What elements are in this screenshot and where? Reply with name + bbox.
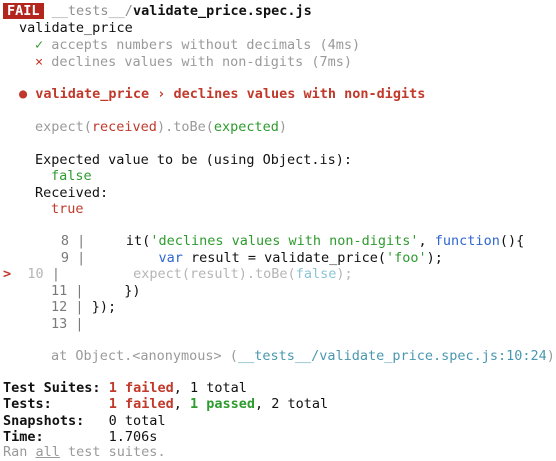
gutter-pipe: |	[77, 233, 86, 249]
stack-suffix: )	[546, 348, 555, 364]
code-token: })	[124, 283, 141, 299]
code-string: 'foo'	[386, 250, 427, 266]
cross-icon: ×	[35, 54, 44, 70]
error-pointer-icon: >	[3, 266, 12, 282]
code-token: result = validate_price(	[182, 250, 387, 266]
code-token: );	[426, 250, 443, 266]
code-token: );	[336, 266, 353, 282]
total-count: , 2 total	[255, 396, 329, 412]
code-line-9: 9 | var result = validate_price('foo');	[59, 250, 443, 267]
test-result-passed: ✓ accepts numbers without decimals (4ms)	[35, 37, 360, 54]
received-label: Received:	[35, 185, 109, 201]
code-token: ,	[418, 233, 435, 249]
code-string: 'declines values with non-digits'	[150, 233, 419, 249]
stack-prefix: at Object.<anonymous> (	[51, 348, 238, 364]
test-label: declines values with non-digits (7ms)	[51, 54, 353, 70]
test-label: accepts numbers without decimals (4ms)	[51, 37, 361, 53]
gutter-pipe: |	[51, 266, 60, 282]
line-number: 10	[27, 266, 44, 282]
code-token: expect(result)	[133, 266, 247, 282]
gutter-pipe: |	[75, 283, 84, 299]
expected-label: Expected value to be (using Object.is):	[35, 152, 352, 168]
error-bullet-icon: ●	[19, 86, 28, 102]
expected-value: false	[51, 168, 92, 184]
expect-call: expect(	[35, 119, 92, 135]
summary-label: Time:	[3, 429, 44, 445]
test-result-failed: × declines values with non-digits (7ms)	[35, 54, 352, 71]
line-number: 13	[51, 316, 68, 332]
line-number: 12	[51, 299, 68, 315]
footer-text: all	[35, 444, 60, 460]
code-token: it(	[125, 233, 151, 249]
code-line-13: 13 |	[51, 316, 84, 333]
expected-token: expected	[213, 119, 279, 135]
test-file-name: validate_price.spec.js	[132, 3, 312, 19]
summary-label: Tests:	[3, 396, 52, 412]
summary-suites: Test Suites: 1 failed, 1 total	[3, 380, 247, 397]
code-literal: false	[295, 266, 337, 282]
gutter-pipe: |	[77, 250, 86, 266]
line-number: 8	[60, 233, 69, 249]
code-keyword: var	[158, 250, 183, 266]
line-number: 9	[60, 250, 69, 266]
snapshots-value: 0 total	[108, 413, 166, 429]
error-title: validate_price › declines values with no…	[35, 86, 426, 102]
test-file-dir: __tests__/	[51, 3, 133, 19]
stack-trace-line: at Object.<anonymous> (__tests__/validat…	[51, 348, 555, 365]
summary-tests: Tests: 1 failed, 1 passed, 2 total	[3, 396, 328, 413]
received-token: received	[91, 119, 157, 135]
gutter-pipe: |	[75, 299, 84, 315]
code-line-11: 11 | })	[51, 283, 140, 300]
total-count: , 1 total	[173, 380, 247, 396]
check-icon: ✓	[35, 37, 44, 53]
code-token: (){	[499, 233, 525, 249]
fail-badge: FAIL	[3, 3, 44, 19]
time-value: 1.706s	[108, 429, 158, 445]
footer-text: test suites.	[59, 444, 166, 460]
gutter-pipe: |	[75, 316, 84, 332]
code-token: .toBe(	[246, 266, 296, 282]
expect-close: )	[278, 119, 288, 135]
separator: ,	[173, 396, 190, 412]
footer-text: Ran	[3, 444, 36, 460]
code-keyword: function	[434, 233, 500, 249]
code-line-12: 12 | });	[51, 299, 116, 316]
stack-location-link[interactable]: __tests__/validate_price.spec.js:10:24	[238, 348, 547, 364]
failed-count: 1 failed	[108, 380, 174, 396]
passed-count: 1 passed	[189, 396, 256, 412]
code-token: });	[91, 299, 117, 315]
ran-all-footer: Ran all test suites.	[3, 444, 166, 461]
terminal-window: FAIL __tests__/validate_price.spec.js va…	[0, 0, 556, 460]
received-value: true	[51, 201, 84, 217]
code-line-10-highlighted: > 10 | expect(result).toBe(false);	[3, 266, 353, 283]
line-number: 11	[51, 283, 68, 299]
expect-hint: expect(received).toBe(expected)	[35, 119, 287, 136]
result-header: FAIL __tests__/validate_price.spec.js	[3, 3, 312, 20]
failed-count: 1 failed	[108, 396, 174, 412]
summary-snapshots: Snapshots: 0 total	[3, 413, 166, 430]
summary-label: Test Suites:	[3, 380, 101, 396]
summary-label: Snapshots:	[3, 413, 85, 429]
code-line-8: 8 | it('declines values with non-digits'…	[59, 233, 524, 250]
tobe-call: ).toBe(	[156, 119, 214, 135]
suite-name: validate_price	[19, 20, 133, 36]
error-title-row: ● validate_price › declines values with …	[19, 86, 425, 103]
